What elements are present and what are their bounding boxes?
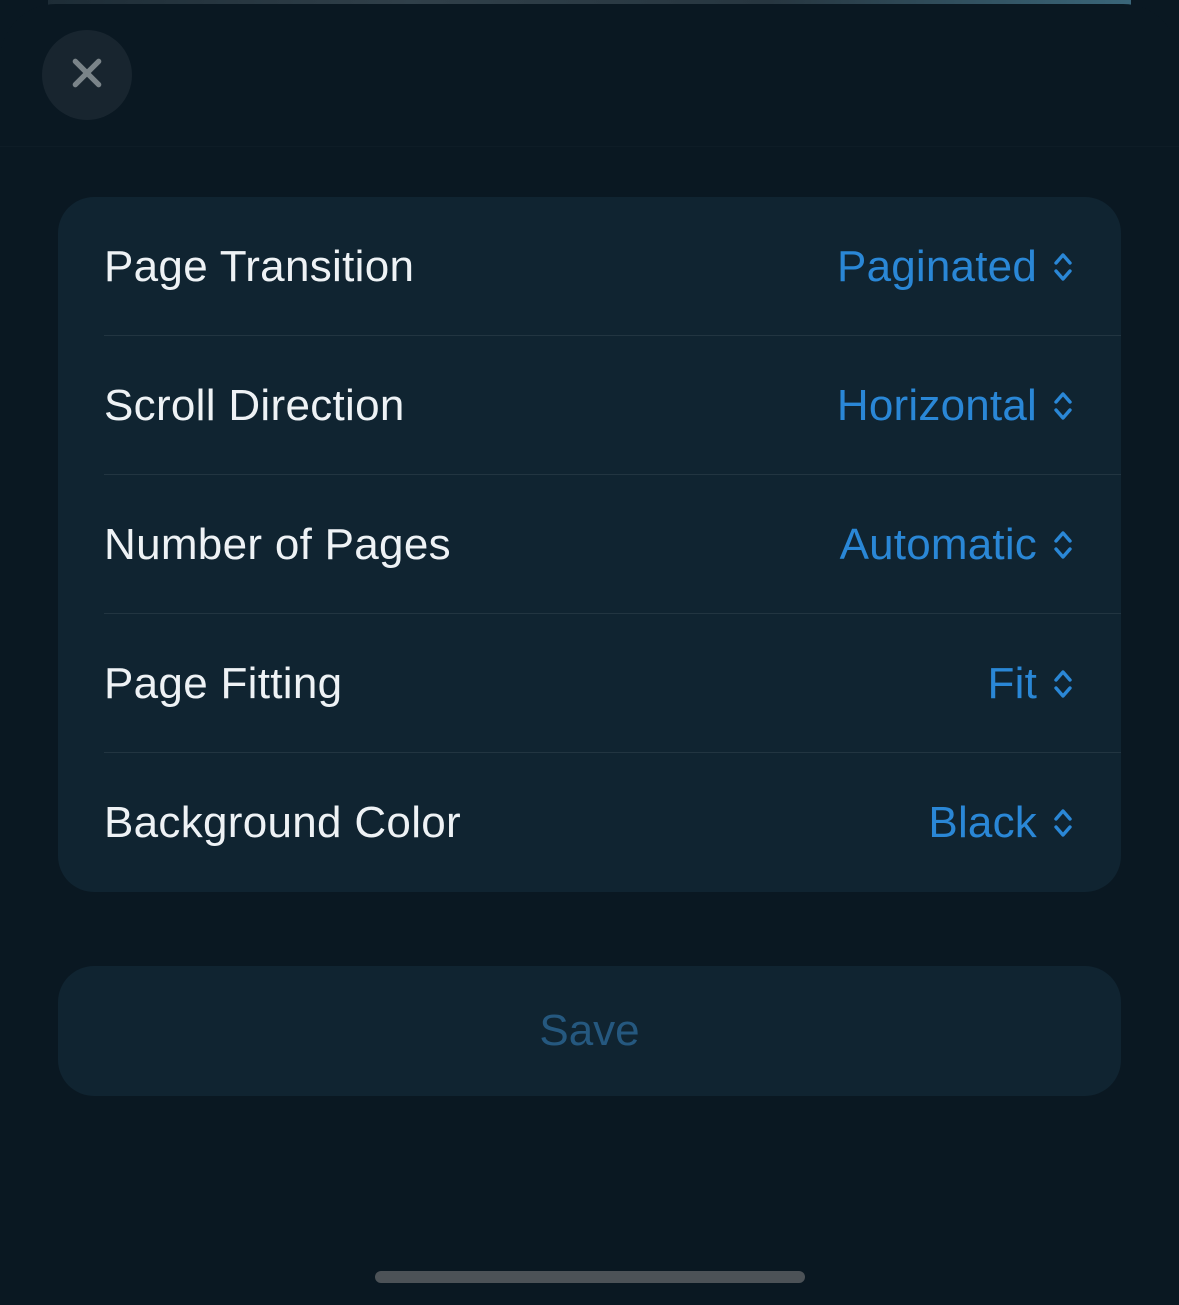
setting-row-page-transition[interactable]: Page Transition Paginated xyxy=(58,197,1121,336)
setting-row-number-of-pages[interactable]: Number of Pages Automatic xyxy=(58,475,1121,614)
setting-row-page-fitting[interactable]: Page Fitting Fit xyxy=(58,614,1121,753)
setting-label: Page Transition xyxy=(104,242,414,292)
setting-row-background-color[interactable]: Background Color Black xyxy=(58,753,1121,892)
setting-value: Paginated xyxy=(837,242,1037,292)
chevron-up-down-icon xyxy=(1051,806,1075,840)
setting-value: Fit xyxy=(988,659,1037,709)
setting-value-wrap: Paginated xyxy=(837,242,1075,292)
setting-label: Background Color xyxy=(104,798,461,848)
chevron-up-down-icon xyxy=(1051,389,1075,423)
setting-value-wrap: Black xyxy=(928,798,1075,848)
settings-sheet: Page Transition Paginated Scroll Directi… xyxy=(0,4,1179,1305)
close-button[interactable] xyxy=(42,30,132,120)
setting-label: Scroll Direction xyxy=(104,381,405,431)
save-button-label: Save xyxy=(539,1006,639,1056)
chevron-up-down-icon xyxy=(1051,250,1075,284)
settings-card: Page Transition Paginated Scroll Directi… xyxy=(58,197,1121,892)
setting-value: Automatic xyxy=(840,520,1037,570)
setting-value-wrap: Horizontal xyxy=(837,381,1075,431)
setting-label: Number of Pages xyxy=(104,520,451,570)
chevron-up-down-icon xyxy=(1051,528,1075,562)
save-button[interactable]: Save xyxy=(58,966,1121,1096)
chevron-up-down-icon xyxy=(1051,667,1075,701)
sheet-header xyxy=(0,4,1179,147)
home-indicator xyxy=(375,1271,805,1283)
close-icon xyxy=(67,53,107,98)
sheet-content: Page Transition Paginated Scroll Directi… xyxy=(0,147,1179,1096)
setting-value: Black xyxy=(928,798,1037,848)
setting-row-scroll-direction[interactable]: Scroll Direction Horizontal xyxy=(58,336,1121,475)
setting-label: Page Fitting xyxy=(104,659,342,709)
setting-value-wrap: Automatic xyxy=(840,520,1075,570)
setting-value: Horizontal xyxy=(837,381,1037,431)
setting-value-wrap: Fit xyxy=(988,659,1075,709)
